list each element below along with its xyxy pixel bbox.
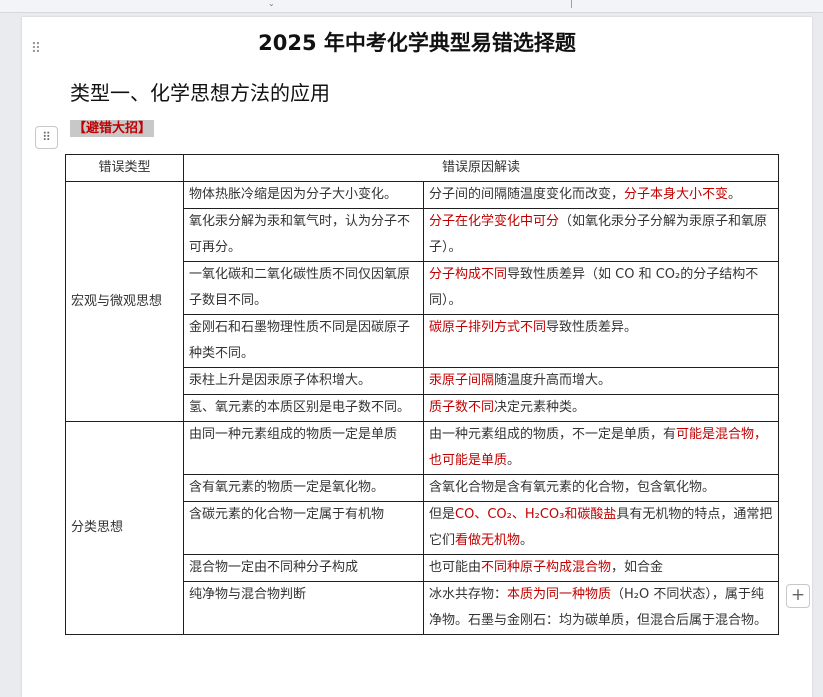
reason-text: 。: [728, 187, 742, 202]
document-page: ⠿ 2025 年中考化学典型易错选择题 类型一、化学思想方法的应用 ⠿ 【避错大…: [22, 17, 812, 697]
reason-cell: 由一种元素组成的物质，不一定是单质，有可能是混合物，也可能是单质。: [422, 421, 780, 475]
reason-emphasis: 质子数不同: [429, 400, 495, 415]
reason-text: ，如合金: [611, 560, 664, 575]
error-table: 错误类型 错误原因解读 宏观与微观思想 物体热胀冷缩是因为分子大小变化。 分子间的间…: [65, 154, 780, 635]
table-row: 分类思想 由同一种元素组成的物质一定是单质 由一种元素组成的物质，不一定是单质，有可…: [65, 421, 780, 635]
reason-text: 由一种元素组成的物质，不一定是单质，有: [429, 427, 677, 442]
tip-label: 【避错大招】: [70, 120, 155, 137]
reason-emphasis: 汞原子间隔: [429, 373, 495, 388]
reason-text: 也可能由: [429, 560, 482, 575]
reason-cell: 含氧化合物是含有氧元素的化合物，包含氧化物。: [422, 474, 780, 502]
document-title: 2025 年中考化学典型易错选择题: [258, 31, 576, 55]
error-cell: 含有氧元素的物质一定是氧化物。: [183, 474, 424, 502]
reason-text: 决定元素种类。: [494, 400, 586, 415]
error-cell: 一氧化碳和二氧化碳性质不同仅因氧原子数目不同。: [183, 261, 424, 315]
section-heading: 类型一、化学思想方法的应用: [70, 81, 330, 105]
reason-text: 。: [507, 453, 521, 468]
reason-cell: 冰水共存物：本质为同一种物质（H₂O 不同状态），属于纯净物。石墨与金刚石：均为…: [422, 581, 780, 635]
block-menu-icon[interactable]: ⠿: [35, 126, 58, 149]
category-cell: 宏观与微观思想: [65, 181, 184, 422]
add-row-icon[interactable]: +: [786, 584, 810, 608]
reason-text: 。: [520, 533, 534, 548]
error-cell: 由同一种元素组成的物质一定是单质: [183, 421, 424, 475]
error-cell: 纯净物与混合物判断: [183, 581, 424, 635]
header-error-reason: 错误原因解读: [182, 154, 780, 182]
reason-emphasis: 分子构成不同: [429, 267, 508, 282]
reason-text: 冰水共存物：: [429, 587, 508, 602]
reason-cell: 质子数不同决定元素种类。: [422, 394, 780, 422]
error-cell: 含碳元素的化合物一定属于有机物: [183, 501, 424, 555]
reason-emphasis: 分子本身大小不变: [624, 187, 729, 202]
error-cell: 金刚石和石墨物理性质不同是因碳原子种类不同。: [183, 314, 424, 368]
ruler: ⌄ |: [0, 0, 823, 13]
reason-emphasis: 碳原子排列方式不同: [429, 320, 547, 335]
error-cell: 氧化汞分解为汞和氧气时，认为分子不可再分。: [183, 208, 424, 262]
table-header-row: 错误类型 错误原因解读: [65, 154, 780, 182]
reason-emphasis: 本质为同一种物质: [507, 587, 612, 602]
reason-emphasis: CO、CO₂、H₂CO₃和碳酸盐: [455, 507, 617, 522]
reason-text: 含氧化合物是含有氧元素的化合物，包含氧化物。: [429, 480, 716, 495]
reason-text: 但是: [429, 507, 456, 522]
reason-cell: 也可能由不同种原子构成混合物，如合金: [422, 554, 780, 582]
reason-emphasis: 分子在化学变化中可分: [429, 214, 560, 229]
reason-text: 分子间的间隔随温度变化而改变，: [429, 187, 625, 202]
reason-emphasis: 看做无机物: [455, 533, 521, 548]
error-cell: 物体热胀冷缩是因为分子大小变化。: [183, 181, 424, 209]
error-cell: 汞柱上升是因汞原子体积增大。: [183, 367, 424, 395]
reason-emphasis: 不同种原子构成混合物: [481, 560, 612, 575]
category-cell: 分类思想: [65, 421, 184, 635]
ruler-indent-marker[interactable]: ⌄: [268, 0, 275, 8]
reason-cell: 分子间的间隔随温度变化而改变，分子本身大小不变。: [422, 181, 780, 209]
reason-text: 随温度升高而增大。: [494, 373, 612, 388]
error-cell: 氢、氧元素的本质区别是电子数不同。: [183, 394, 424, 422]
error-cell: 混合物一定由不同种分子构成: [183, 554, 424, 582]
reason-cell: 汞原子间隔随温度升高而增大。: [422, 367, 780, 395]
table-row: 宏观与微观思想 物体热胀冷缩是因为分子大小变化。 分子间的间隔随温度变化而改变，分子…: [65, 181, 780, 422]
reason-cell: 碳原子排列方式不同导致性质差异。: [422, 314, 780, 368]
reason-cell: 分子在化学变化中可分（如氧化汞分子分解为汞原子和氧原子）。: [422, 208, 780, 262]
reason-text: 导致性质差异。: [546, 320, 638, 335]
ruler-tab-marker[interactable]: |: [570, 0, 573, 8]
header-error-type: 错误类型: [65, 154, 184, 182]
reason-cell: 分子构成不同导致性质差异（如 CO 和 CO₂的分子结构不同）。: [422, 261, 780, 315]
reason-cell: 但是CO、CO₂、H₂CO₃和碳酸盐具有无机物的特点，通常把它们看做无机物。: [422, 501, 780, 555]
